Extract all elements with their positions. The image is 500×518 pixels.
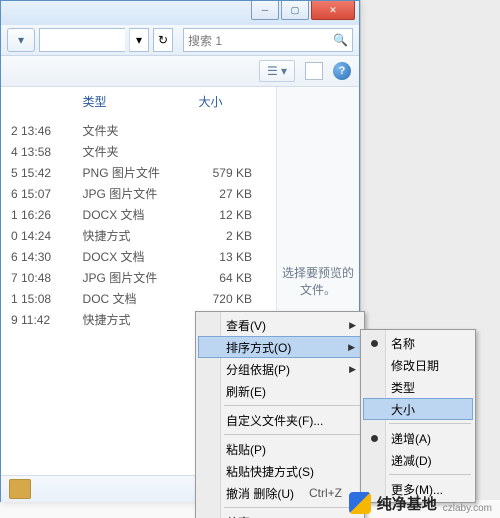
watermark: 纯净基地 czlaby.com bbox=[0, 488, 500, 518]
sort-submenu[interactable]: 名称 修改日期 类型 大小 递增(A) 递减(D) 更多(M)... bbox=[360, 329, 476, 503]
cell-type: 快捷方式 bbox=[73, 309, 189, 330]
cell-type: DOCX 文档 bbox=[73, 246, 189, 267]
view-mode-button[interactable]: ☰ ▾ bbox=[259, 60, 295, 82]
sort-desc[interactable]: 递减(D) bbox=[363, 449, 473, 471]
bullet-icon bbox=[371, 340, 378, 347]
cell-size: 2 KB bbox=[189, 225, 276, 246]
table-row[interactable]: 0 14:24快捷方式2 KB bbox=[1, 225, 276, 246]
history-dropdown[interactable]: ▾ bbox=[7, 28, 35, 52]
watermark-url: czlaby.com bbox=[443, 503, 492, 514]
cell-type: DOC 文档 bbox=[73, 288, 189, 309]
cell-size: 579 KB bbox=[189, 162, 276, 183]
cell-size bbox=[189, 141, 276, 162]
cell-size: 12 KB bbox=[189, 204, 276, 225]
table-row[interactable]: 1 16:26DOCX 文档12 KB bbox=[1, 204, 276, 225]
cell-size: 64 KB bbox=[189, 267, 276, 288]
col-date[interactable] bbox=[1, 87, 73, 120]
table-row[interactable]: 1 15:08DOC 文档720 KB bbox=[1, 288, 276, 309]
cell-type: JPG 图片文件 bbox=[73, 267, 189, 288]
menu-refresh[interactable]: 刷新(E) bbox=[198, 380, 362, 402]
cell-size: 27 KB bbox=[189, 183, 276, 204]
menu-sort[interactable]: 排序方式(O)▶ bbox=[198, 336, 362, 358]
menu-paste-shortcut[interactable]: 粘贴快捷方式(S) bbox=[198, 460, 362, 482]
table-row[interactable]: 6 14:30DOCX 文档13 KB bbox=[1, 246, 276, 267]
cell-size bbox=[189, 120, 276, 141]
table-row[interactable]: 6 15:07JPG 图片文件27 KB bbox=[1, 183, 276, 204]
context-menu[interactable]: 查看(V)▶ 排序方式(O)▶ 分组依据(P)▶ 刷新(E) 自定义文件夹(F)… bbox=[195, 311, 365, 518]
command-bar: ☰ ▾ ? bbox=[1, 56, 359, 87]
cell-date: 0 14:24 bbox=[1, 225, 73, 246]
preview-pane-toggle[interactable] bbox=[305, 62, 323, 80]
menu-paste[interactable]: 粘贴(P) bbox=[198, 438, 362, 460]
refresh-button[interactable]: ↻ bbox=[153, 28, 173, 52]
maximize-button[interactable]: ▢ bbox=[281, 1, 309, 20]
address-bar[interactable] bbox=[39, 28, 125, 52]
bullet-icon bbox=[371, 435, 378, 442]
cell-type: DOCX 文档 bbox=[73, 204, 189, 225]
sort-date[interactable]: 修改日期 bbox=[363, 354, 473, 376]
col-type[interactable]: 类型 bbox=[73, 87, 189, 120]
col-size[interactable]: 大小 bbox=[189, 87, 276, 120]
address-dropdown[interactable]: ▾ bbox=[129, 28, 149, 52]
cell-date: 9 11:42 bbox=[1, 309, 73, 330]
cell-date: 7 10:48 bbox=[1, 267, 73, 288]
table-row[interactable]: 2 13:46文件夹 bbox=[1, 120, 276, 141]
sort-size[interactable]: 大小 bbox=[363, 398, 473, 420]
cell-date: 2 13:46 bbox=[1, 120, 73, 141]
cell-type: 文件夹 bbox=[73, 141, 189, 162]
watermark-logo-icon bbox=[349, 492, 371, 514]
sort-type[interactable]: 类型 bbox=[363, 376, 473, 398]
watermark-brand: 纯净基地 bbox=[377, 493, 437, 514]
cell-date: 6 15:07 bbox=[1, 183, 73, 204]
cell-type: PNG 图片文件 bbox=[73, 162, 189, 183]
cell-type: 文件夹 bbox=[73, 120, 189, 141]
menu-group[interactable]: 分组依据(P)▶ bbox=[198, 358, 362, 380]
cell-date: 4 13:58 bbox=[1, 141, 73, 162]
cell-date: 1 15:08 bbox=[1, 288, 73, 309]
table-row[interactable]: 4 13:58文件夹 bbox=[1, 141, 276, 162]
nav-toolbar: ▾ ▾ ↻ 搜索 1 🔍 bbox=[1, 25, 359, 56]
table-row[interactable]: 7 10:48JPG 图片文件64 KB bbox=[1, 267, 276, 288]
search-input[interactable]: 搜索 1 🔍 bbox=[183, 28, 353, 52]
search-placeholder: 搜索 1 bbox=[188, 32, 222, 49]
sort-asc[interactable]: 递增(A) bbox=[363, 427, 473, 449]
cell-date: 6 14:30 bbox=[1, 246, 73, 267]
cell-date: 1 16:26 bbox=[1, 204, 73, 225]
menu-view[interactable]: 查看(V)▶ bbox=[198, 314, 362, 336]
minimize-button[interactable]: ─ bbox=[251, 1, 279, 20]
close-button[interactable]: ✕ bbox=[311, 1, 355, 20]
cell-size: 13 KB bbox=[189, 246, 276, 267]
cell-date: 5 15:42 bbox=[1, 162, 73, 183]
help-button[interactable]: ? bbox=[333, 62, 351, 80]
cell-type: 快捷方式 bbox=[73, 225, 189, 246]
table-row[interactable]: 5 15:42PNG 图片文件579 KB bbox=[1, 162, 276, 183]
sort-name[interactable]: 名称 bbox=[363, 332, 473, 354]
search-icon: 🔍 bbox=[333, 33, 348, 47]
cell-size: 720 KB bbox=[189, 288, 276, 309]
cell-type: JPG 图片文件 bbox=[73, 183, 189, 204]
menu-customize[interactable]: 自定义文件夹(F)... bbox=[198, 409, 362, 431]
title-bar[interactable]: ─ ▢ ✕ bbox=[1, 1, 359, 25]
preview-hint: 选择要预览的文件。 bbox=[281, 264, 355, 298]
